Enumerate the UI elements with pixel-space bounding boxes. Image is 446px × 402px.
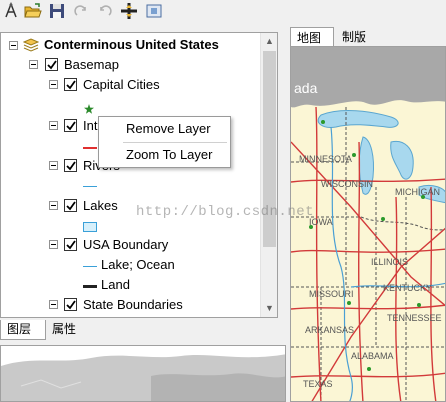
map-view[interactable]: ada MINNESOTA WISCONSIN MICHIGAN IOWA IL… bbox=[290, 46, 446, 402]
undo-icon[interactable] bbox=[96, 2, 116, 22]
collapse-toggle-state-boundaries[interactable] bbox=[49, 300, 58, 309]
zoom-to-layer-menu-item[interactable]: Zoom To Layer bbox=[100, 144, 229, 166]
interstate-legend-swatch bbox=[83, 147, 97, 149]
map-label-alabama: ALABAMA bbox=[351, 351, 394, 361]
context-menu: Remove Layer Zoom To Layer bbox=[98, 116, 231, 168]
collapse-toggle-usa-boundary[interactable] bbox=[49, 240, 58, 249]
full-extent-icon[interactable] bbox=[145, 2, 165, 22]
watermark-text: http://blog.csdn.net bbox=[136, 204, 315, 220]
collapse-toggle-capital-cities[interactable] bbox=[49, 80, 58, 89]
capital-cities-checkbox[interactable] bbox=[64, 78, 77, 91]
land-legend-swatch bbox=[83, 285, 97, 288]
tab-layout[interactable]: 制版 bbox=[336, 27, 372, 47]
interstates-label[interactable]: Int bbox=[83, 118, 97, 134]
map-label-kentucky: KENTUCKY bbox=[383, 283, 432, 293]
map-label-wisconsin: WISCONSIN bbox=[321, 179, 373, 189]
collapse-toggle-basemap[interactable] bbox=[29, 60, 38, 69]
capital-star-icon bbox=[84, 103, 94, 117]
collapse-toggle-root[interactable] bbox=[9, 41, 18, 50]
tab-properties[interactable]: 属性 bbox=[46, 320, 82, 340]
menu-separator bbox=[123, 142, 227, 143]
state-boundaries-label[interactable]: State Boundaries bbox=[83, 297, 183, 313]
overview-map[interactable] bbox=[0, 345, 286, 402]
tab-layers[interactable]: 图层 bbox=[0, 320, 46, 340]
collapse-toggle-interstates[interactable] bbox=[49, 121, 58, 130]
collapse-toggle-lakes[interactable] bbox=[49, 201, 58, 210]
map-label-canada: ada bbox=[294, 80, 318, 96]
usa-boundary-label[interactable]: USA Boundary bbox=[83, 237, 168, 253]
redo-icon[interactable] bbox=[72, 2, 92, 22]
layers-stack-icon bbox=[22, 37, 40, 56]
land-label: Land bbox=[101, 277, 130, 292]
lake-ocean-label: Lake; Ocean bbox=[101, 257, 175, 272]
map-label-michigan: MICHIGAN bbox=[395, 187, 440, 197]
collapse-toggle-rivers[interactable] bbox=[49, 161, 58, 170]
scroll-down-icon[interactable]: ▼ bbox=[265, 304, 274, 313]
table-of-contents: Conterminous United States Basemap Capit… bbox=[0, 32, 278, 318]
map-label-texas: TEXAS bbox=[303, 379, 333, 389]
remove-layer-menu-item[interactable]: Remove Layer bbox=[100, 118, 229, 140]
toc-scrollbar[interactable]: ▲ ▼ bbox=[260, 33, 277, 317]
save-icon[interactable] bbox=[48, 2, 68, 22]
capital-cities-label[interactable]: Capital Cities bbox=[83, 77, 160, 93]
open-folder-icon[interactable] bbox=[24, 2, 44, 22]
river-legend-swatch bbox=[83, 186, 97, 187]
add-data-icon[interactable] bbox=[120, 2, 140, 22]
basemap-checkbox[interactable] bbox=[45, 58, 58, 71]
rivers-checkbox[interactable] bbox=[64, 159, 77, 172]
left-tab-strip: 图层 属性 bbox=[0, 320, 290, 340]
usa-boundary-checkbox[interactable] bbox=[64, 238, 77, 251]
map-label-illinois: ILLINOIS bbox=[371, 257, 408, 267]
lakes-checkbox[interactable] bbox=[64, 199, 77, 212]
lake-ocean-legend-swatch bbox=[83, 266, 97, 267]
lake-legend-swatch bbox=[83, 222, 97, 232]
scroll-up-icon[interactable]: ▲ bbox=[265, 37, 274, 46]
toolbar bbox=[0, 0, 446, 26]
identify-icon[interactable] bbox=[2, 2, 22, 22]
root-map-label[interactable]: Conterminous United States bbox=[44, 37, 219, 53]
map-label-minnesota: MINNESOTA bbox=[299, 154, 352, 164]
interstates-checkbox[interactable] bbox=[64, 119, 77, 132]
map-label-arkansas: ARKANSAS bbox=[305, 325, 354, 335]
basemap-label[interactable]: Basemap bbox=[64, 57, 119, 73]
state-boundaries-checkbox[interactable] bbox=[64, 298, 77, 311]
map-label-missouri: MISSOURI bbox=[309, 289, 354, 299]
lakes-label[interactable]: Lakes bbox=[83, 198, 118, 214]
map-label-tennessee: TENNESSEE bbox=[387, 313, 442, 323]
tab-map[interactable]: 地图 bbox=[290, 27, 334, 47]
